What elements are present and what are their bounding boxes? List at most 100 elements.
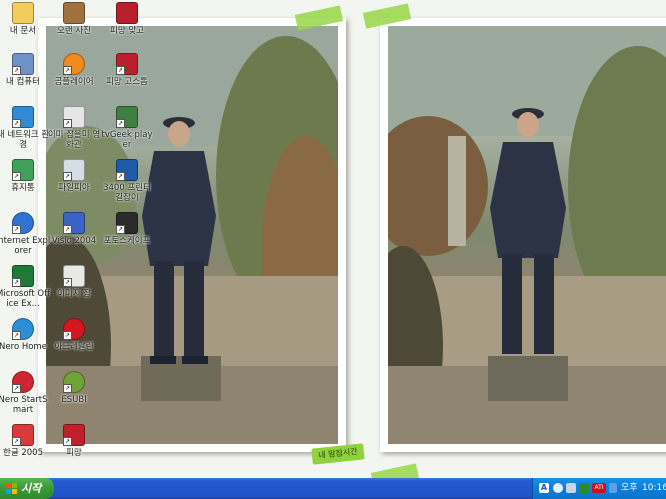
desktop-icon-tv-player[interactable]: ↗ tvGeek player — [99, 106, 155, 158]
desktop-icon-nero-home[interactable]: ↗ Nero Home — [0, 318, 51, 370]
image-tool-icon: ↗ — [63, 265, 85, 287]
taskbar: 시작 A ATI 오후 10:16 — [0, 478, 666, 499]
shortcut-arrow-icon: ↗ — [12, 384, 21, 393]
desktop-icon-label: tvGeek player — [101, 130, 153, 150]
wallpaper-photo-right — [388, 26, 666, 444]
clock[interactable]: 10:16 — [642, 478, 666, 499]
desktop-icon-label: Nero Home — [0, 342, 47, 352]
shortcut-arrow-icon: ↗ — [63, 384, 72, 393]
internet-explorer-icon: ↗ — [12, 212, 34, 234]
desktop-icon-photo-album[interactable]: 오랜 사진 — [46, 2, 102, 54]
nero-home-icon: ↗ — [12, 318, 34, 340]
desktop-icon-hp-printer[interactable]: ↗ 3400 프린터 길잡이 — [99, 159, 155, 211]
desktop-icon-label: 휴지통 — [11, 183, 35, 193]
visio-icon: ↗ — [63, 212, 85, 234]
shortcut-arrow-icon: ↗ — [116, 225, 125, 234]
desktop-icon-visio[interactable]: ↗ Visio 2004 — [46, 212, 102, 264]
network-places-icon: ↗ — [12, 106, 34, 128]
desktop-icon-label: 이미지 잡 — [57, 289, 91, 299]
desktop-icon-label: 포토스케이프 — [103, 236, 151, 246]
filepia-icon: ↗ — [63, 159, 85, 181]
desktop-icon-label: 파일피아 — [58, 183, 90, 193]
windows-flag-icon — [6, 483, 17, 494]
shortcut-arrow-icon: ↗ — [63, 437, 72, 446]
desktop-icon-label: 내 컴퓨터 — [6, 77, 40, 87]
desktop-icon-network-places[interactable]: ↗ 내 네트워크 환경 — [0, 106, 51, 158]
desktop-icon-adrenalin[interactable]: ↗ 아드레날린 — [46, 318, 102, 370]
desktop-icon-pmang[interactable]: ↗ 피망 — [46, 424, 102, 476]
shortcut-arrow-icon: ↗ — [12, 119, 21, 128]
shortcut-arrow-icon: ↗ — [12, 225, 21, 234]
shortcut-arrow-icon: ↗ — [63, 225, 72, 234]
system-tray: A ATI 오후 10:16 — [532, 478, 666, 499]
desktop-icon-label: Nero StartSmart — [0, 395, 48, 415]
shortcut-arrow-icon: ↗ — [12, 172, 21, 181]
desktop-icon-my-documents[interactable]: 내 문서 — [0, 2, 51, 54]
language-bar-icon[interactable]: A — [539, 483, 549, 493]
desktop-icon-label: 오랜 사진 — [57, 26, 91, 36]
tray-extra-icon[interactable] — [609, 483, 617, 493]
desktop-icon-recycle-bin[interactable]: ↗ 휴지통 — [0, 159, 51, 211]
desktop-icon-label: 피망 — [66, 448, 82, 458]
desktop-icon-label: 내 네트워크 환경 — [0, 130, 50, 150]
hangul-icon: ↗ — [12, 424, 34, 446]
nero-startsmart-icon: ↗ — [12, 371, 34, 393]
desktop-icon-pmang-gostop2[interactable]: ↗ 피망 고스톱 — [99, 53, 155, 105]
shortcut-arrow-icon: ↗ — [116, 66, 125, 75]
photo-frame-right — [380, 18, 666, 452]
tape-decoration — [370, 463, 420, 478]
my-documents-icon — [12, 2, 34, 24]
desktop-icon-label: 3400 프린터 길잡이 — [103, 183, 151, 203]
desktop-icon-label: Visio 2004 — [51, 236, 97, 246]
recycle-bin-icon: ↗ — [12, 159, 34, 181]
desktop-icon-hangul[interactable]: ↗ 한글 2005 — [0, 424, 51, 476]
photo-album-icon — [63, 2, 85, 24]
shortcut-arrow-icon: ↗ — [12, 331, 21, 340]
desktop-icon-gom-player[interactable]: ↗ 곰플레이어 — [46, 53, 102, 105]
desktop-icon-internet-explorer[interactable]: ↗ Internet Explorer — [0, 212, 51, 264]
shortcut-arrow-icon: ↗ — [63, 66, 72, 75]
security-icon[interactable] — [579, 483, 589, 493]
desktop-icon-nero-startsmart[interactable]: ↗ Nero StartSmart — [0, 371, 51, 423]
clock-ampm: 오후 — [621, 483, 638, 493]
network-icon[interactable] — [566, 483, 576, 493]
desktop-icon-label: 이미 잡을미 영화관 — [47, 130, 101, 150]
tv-player-icon: ↗ — [116, 106, 138, 128]
shortcut-arrow-icon: ↗ — [116, 172, 125, 181]
shortcut-arrow-icon: ↗ — [116, 119, 125, 128]
shortcut-arrow-icon: ↗ — [63, 172, 72, 181]
pmang-gostop2-icon: ↗ — [116, 53, 138, 75]
hp-printer-icon: ↗ — [116, 159, 138, 181]
shortcut-arrow-icon: ↗ — [12, 437, 21, 446]
desktop-icon-label: 내 문서 — [9, 26, 37, 36]
desktop-icon-my-computer[interactable]: ↗ 내 컴퓨터 — [0, 53, 51, 105]
pmang-gostop-icon — [116, 2, 138, 24]
desktop-icon-label: Microsoft Office Ex... — [0, 289, 50, 309]
desktop-icon-label: 한글 2005 — [3, 448, 43, 458]
desktop-icon-esubi[interactable]: ↗ ESUBI — [46, 371, 102, 423]
desktop-icon-label: 피망 고스톱 — [106, 77, 148, 87]
desktop-icon-movie-file[interactable]: ↗ 이미 잡을미 영화관 — [46, 106, 102, 158]
desktop-icon-label: 피망 맞고 — [110, 26, 144, 36]
shortcut-arrow-icon: ↗ — [63, 331, 72, 340]
volume-icon[interactable] — [553, 483, 563, 493]
start-label: 시작 — [21, 482, 42, 495]
shortcut-arrow-icon: ↗ — [63, 278, 72, 287]
desktop-icon-label: ESUBI — [61, 395, 87, 405]
desktop-icon-image-tool[interactable]: ↗ 이미지 잡 — [46, 265, 102, 317]
desktop-icon-photoscape[interactable]: ↗ 포토스케이프 — [99, 212, 155, 264]
desktop-icon-filepia[interactable]: ↗ 파일피아 — [46, 159, 102, 211]
excel-icon: ↗ — [12, 265, 34, 287]
shortcut-arrow-icon: ↗ — [12, 278, 21, 287]
esubi-icon: ↗ — [63, 371, 85, 393]
desktop-icon-pmang-gostop[interactable]: 피망 맞고 — [99, 2, 155, 54]
gom-player-icon: ↗ — [63, 53, 85, 75]
photoscape-icon: ↗ — [116, 212, 138, 234]
ati-icon[interactable]: ATI — [592, 483, 606, 493]
movie-file-icon: ↗ — [63, 106, 85, 128]
pmang-icon: ↗ — [63, 424, 85, 446]
desktop-icon-excel[interactable]: ↗ Microsoft Office Ex... — [0, 265, 51, 317]
desktop-icon-label: 곰플레이어 — [54, 77, 94, 87]
start-button[interactable]: 시작 — [0, 478, 54, 499]
adrenalin-icon: ↗ — [63, 318, 85, 340]
